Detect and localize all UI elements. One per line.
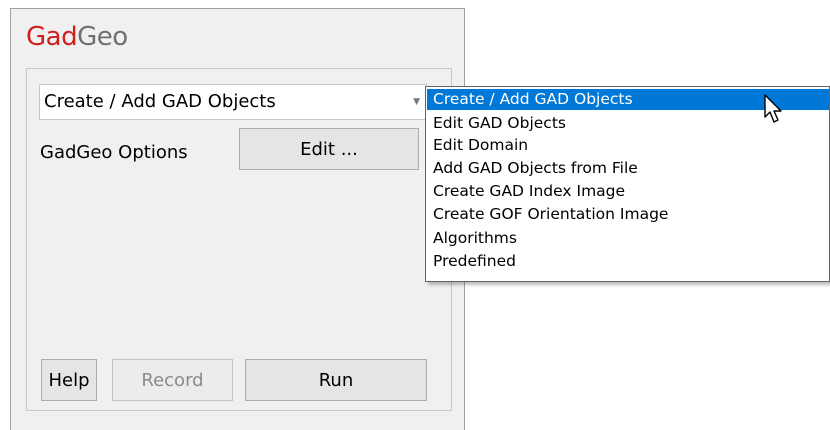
record-button[interactable]: Record	[112, 359, 233, 401]
help-button[interactable]: Help	[41, 359, 97, 401]
dropdown-item-algorithms[interactable]: Algorithms	[427, 228, 829, 249]
dropdown-item-create-index-image[interactable]: Create GAD Index Image	[427, 181, 829, 202]
mouse-pointer-icon	[764, 94, 782, 123]
dropdown-item-add-from-file[interactable]: Add GAD Objects from File	[427, 158, 829, 179]
dropdown-item-create-gof-image[interactable]: Create GOF Orientation Image	[427, 204, 829, 225]
combobox-value: Create / Add GAD Objects	[44, 91, 276, 112]
app-title-rest: Geo	[77, 22, 128, 52]
chevron-down-icon[interactable]: ▼	[413, 97, 420, 107]
operation-combobox[interactable]: Create / Add GAD Objects ▼	[39, 84, 427, 120]
edit-button[interactable]: Edit ...	[239, 128, 419, 170]
dropdown-item-predefined[interactable]: Predefined	[427, 251, 829, 272]
app-title-accent: Gad	[26, 22, 78, 52]
dropdown-item-edit-domain[interactable]: Edit Domain	[427, 135, 829, 156]
run-button[interactable]: Run	[245, 359, 427, 401]
app-title: GadGeo	[26, 22, 128, 52]
gadgeo-options-label: GadGeo Options	[40, 142, 188, 163]
